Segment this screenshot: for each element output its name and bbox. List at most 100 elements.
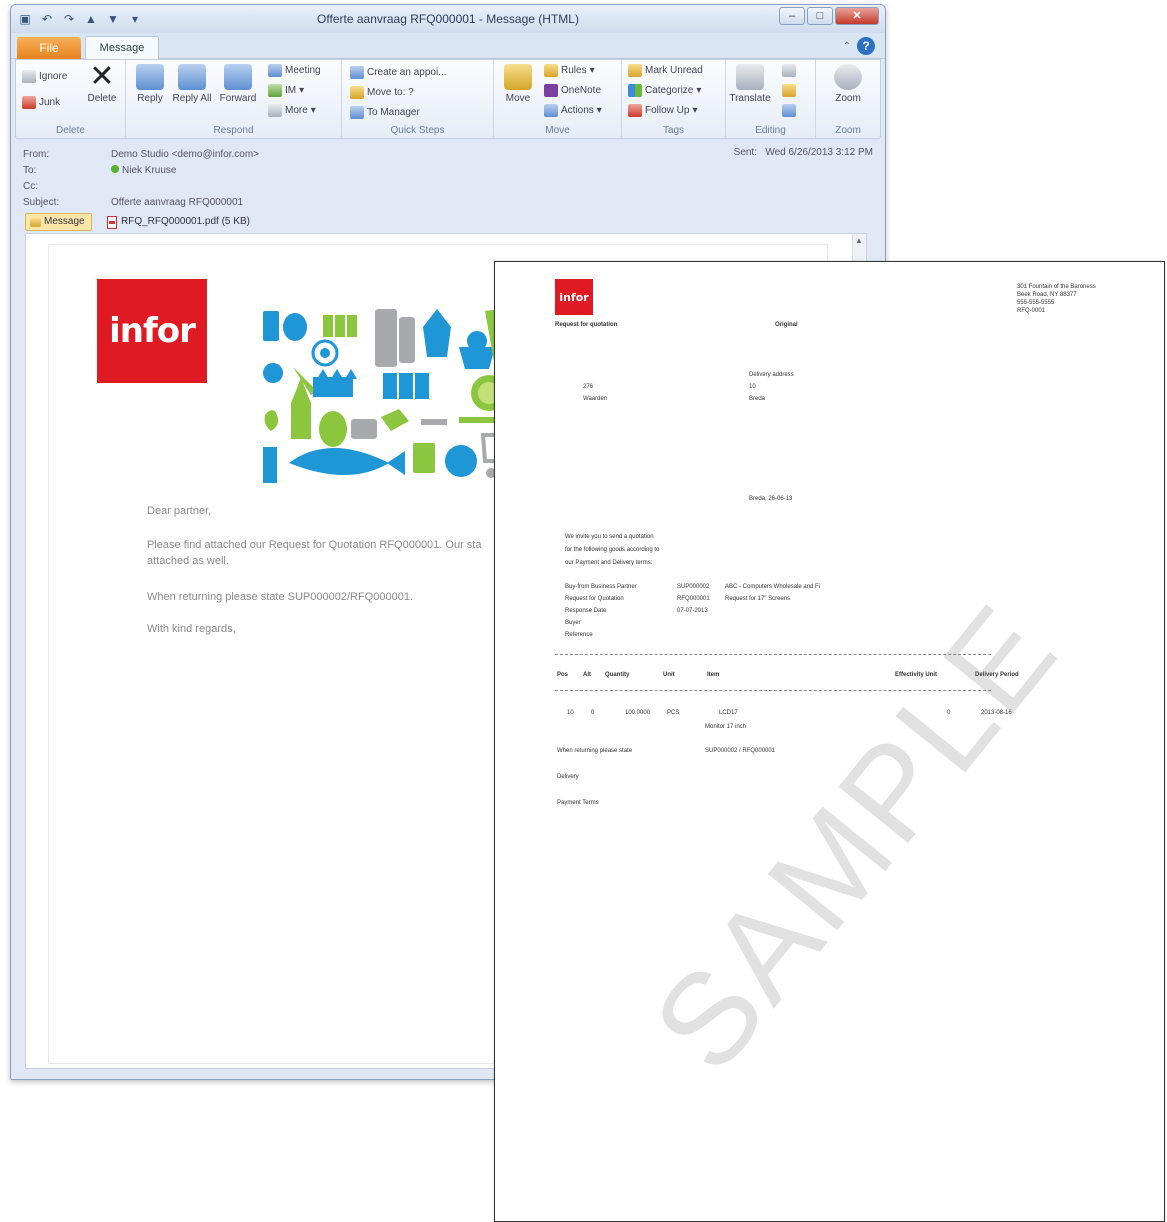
pdf-address-line: Beek Road, NY 88377 [1017,292,1077,298]
maximize-button[interactable]: □ [807,7,833,25]
move-folder-icon [504,64,532,90]
pdf-attachment[interactable]: RFQ_RFQ000001.pdf (5 KB) [107,214,250,230]
find-button[interactable] [782,64,796,77]
pdf-left-line: 276 [583,384,594,390]
ribbon-group-respond: Reply Reply All Forward Meeting IM ▾ More… [126,60,342,138]
quick-step-to-manager[interactable]: To Manager [350,106,420,119]
pdf-payment-label: Payment Terms [557,800,599,806]
flag-icon [628,104,642,117]
pdf-field-label: Buyer [565,620,581,626]
subject-value: Offerte aanvraag RFQ000001 [111,197,244,208]
im-button[interactable]: IM ▾ [268,84,304,97]
onenote-icon [544,84,558,97]
pdf-state-value: SUP000002 / RFQ000001 [705,748,776,754]
pdf-col-header: Unit [663,672,675,678]
group-label-delete: Delete [56,125,85,136]
more-button[interactable]: More ▾ [268,104,316,117]
junk-button[interactable]: Junk [22,96,60,109]
scroll-up-arrow-icon[interactable]: ▲ [855,236,864,246]
from-value[interactable]: Demo Studio <demo@infor.com> [111,149,259,160]
reply-icon [136,64,164,90]
pdf-col-header: Pos [557,672,569,678]
ignore-icon [22,70,36,83]
to-value[interactable]: Niek Kruuse [111,165,176,176]
pdf-cell: 10 [567,710,574,716]
pdf-field-label: Response Date [565,608,607,614]
select-button[interactable] [782,104,796,117]
pdf-field-label: Request for Quotation [565,596,624,602]
pdf-date: Breda, 26-06-13 [749,496,793,502]
tab-message[interactable]: Message [85,36,159,60]
minimize-button[interactable]: – [779,7,805,25]
pdf-delivery-line: Delivery address [749,372,794,378]
zoom-button[interactable]: Zoom [828,64,868,104]
pdf-field-label: Buy-from Business Partner [565,584,637,590]
magnifier-icon [834,64,862,90]
group-label-move: Move [545,125,570,136]
categorize-icon [628,84,642,97]
reply-button[interactable]: Reply [130,64,170,104]
email-greeting: Dear partner, [147,505,212,517]
pdf-intro-line: We invite you to send a quotation [565,534,654,540]
forward-button[interactable]: Forward [218,64,258,104]
group-label-respond: Respond [213,125,254,136]
reply-all-button[interactable]: Reply All [172,64,212,104]
junk-icon [22,96,36,109]
more-icon [268,104,282,117]
categorize-button[interactable]: Categorize ▾ [628,84,701,97]
title-bar: ▣ ↶ ↷ ▲ ▼ ▾ Offerte aanvraag RFQ000001 -… [11,5,885,33]
subject-label: Subject: [23,197,60,208]
pdf-item-desc: Monitor 17 inch [705,724,747,730]
follow-up-button[interactable]: Follow Up ▾ [628,104,698,117]
cc-label: Cc: [23,181,38,192]
pdf-address-line: 555-555-5555 [1017,300,1055,306]
group-label-editing: Editing [755,125,786,136]
help-icon[interactable]: ? [857,37,875,55]
delete-x-icon: ✕ [89,60,115,93]
ignore-button[interactable]: Ignore [22,70,67,83]
pdf-col-header: Alt [583,672,591,678]
pdf-field-code: SUP000002 [677,584,710,590]
related-button[interactable] [782,84,796,97]
minimize-ribbon-icon[interactable]: ⌃ [843,41,851,52]
ribbon-group-editing: Translate Editing [726,60,816,138]
message-attachment-tab[interactable]: Message [25,213,92,231]
ribbon: Ignore Junk ✕ Delete Delete Reply Reply … [15,59,881,139]
group-label-tags: Tags [662,125,685,136]
window-controls: – □ ✕ [779,7,879,25]
rfq-pdf-document: infor Request for quotation Original 301… [494,261,1165,1222]
grocery-illustration [263,309,531,483]
tab-file[interactable]: File [17,37,81,59]
ribbon-tabs: File Message ⌃ ? [11,33,885,60]
select-cursor-icon [782,104,796,117]
meeting-button[interactable]: Meeting [268,64,321,77]
quick-step-move-to[interactable]: Move to: ? [350,86,414,99]
pdf-cell: 100.0000 [625,710,651,716]
folder-icon [350,86,364,99]
email-line-2: attached as well. [147,555,229,567]
mark-unread-button[interactable]: Mark Unread [628,64,703,77]
attachments-bar: Message RFQ_RFQ000001.pdf (5 KB) [15,211,881,231]
pdf-file-icon [107,215,117,229]
group-label-zoom: Zoom [835,125,861,136]
sample-watermark: SAMPLE [624,576,1086,1098]
move-button[interactable]: Move [498,64,538,104]
ribbon-group-tags: Mark Unread Categorize ▾ Follow Up ▾ Tags [622,60,726,138]
actions-button[interactable]: Actions ▾ [544,104,602,117]
pdf-col-header: Item [707,672,720,678]
pdf-infor-logo: infor [555,279,593,315]
meeting-icon [268,64,282,77]
quick-step-create-appointment[interactable]: Create an appoi... [350,66,447,79]
translate-button[interactable]: Translate [728,64,772,104]
pdf-address-line: RFQ-0001 [1017,308,1046,314]
infor-logo: infor [97,279,207,383]
calendar-icon [350,66,364,79]
related-icon [782,84,796,97]
onenote-button[interactable]: OneNote [544,84,601,97]
pdf-intro-line: for the following goods according to [565,547,660,553]
pdf-field-desc: Request for 17" Screens [725,596,791,602]
delete-button[interactable]: ✕ Delete [82,60,122,105]
rules-button[interactable]: Rules ▾ [544,64,595,77]
close-button[interactable]: ✕ [835,7,879,25]
pdf-left-line: Waarden [583,396,608,402]
